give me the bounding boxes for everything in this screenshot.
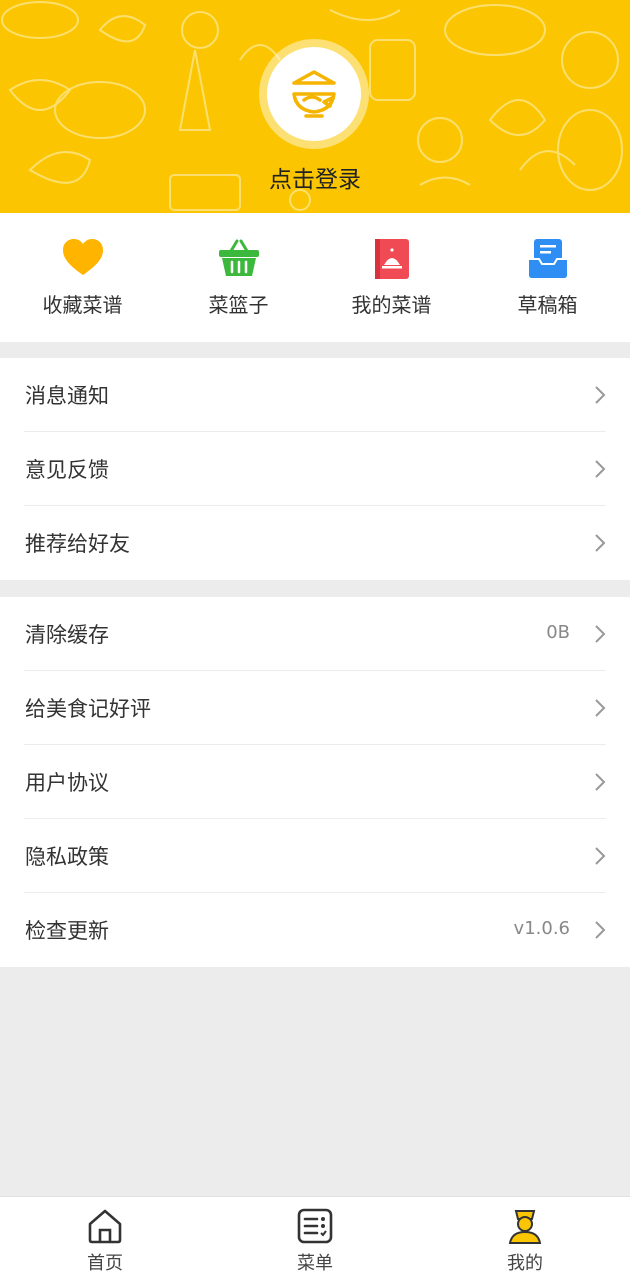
tab-profile[interactable]: 我的 xyxy=(420,1197,630,1280)
menu-item-clear-cache[interactable]: 清除缓存 0B xyxy=(24,597,606,671)
tab-home[interactable]: 首页 xyxy=(0,1197,210,1280)
menu-item-share[interactable]: 推荐给好友 xyxy=(24,506,606,580)
menu-item-label: 清除缓存 xyxy=(25,623,109,647)
menu-item-label: 隐私政策 xyxy=(25,845,109,869)
menu-group-settings: 清除缓存 0B 给美食记好评 用户协议 隐私政策 检查更新 v1.0.6 xyxy=(0,597,630,967)
menu-item-label: 消息通知 xyxy=(25,384,109,408)
tab-menu[interactable]: 菜单 xyxy=(210,1197,420,1280)
heart-icon xyxy=(63,239,103,275)
menu-item-label: 给美食记好评 xyxy=(25,697,151,721)
my-recipes-label: 我的菜谱 xyxy=(351,293,432,317)
chevron-right-icon xyxy=(595,921,606,939)
favorite-recipes-button[interactable]: 收藏菜谱 xyxy=(4,213,161,342)
chevron-right-icon xyxy=(595,625,606,643)
version-value: v1.0.6 xyxy=(513,918,570,939)
chevron-right-icon xyxy=(595,699,606,717)
favorite-recipes-label: 收藏菜谱 xyxy=(42,293,123,317)
chevron-right-icon xyxy=(595,460,606,478)
chevron-right-icon xyxy=(595,386,606,404)
quick-actions: 收藏菜谱 菜篮子 我的菜谱 草稿箱 xyxy=(0,213,630,342)
avatar-circle xyxy=(267,47,361,141)
profile-header: 点击登录 xyxy=(0,0,630,213)
tab-home-label: 首页 xyxy=(87,1253,123,1274)
basket-label: 菜篮子 xyxy=(208,293,269,317)
menu-item-privacy-policy[interactable]: 隐私政策 xyxy=(24,819,606,893)
chevron-right-icon xyxy=(595,534,606,552)
menu-item-label: 用户协议 xyxy=(25,771,109,795)
basket-icon xyxy=(219,239,259,276)
recipe-book-icon xyxy=(375,239,409,279)
my-recipes-button[interactable]: 我的菜谱 xyxy=(313,213,470,342)
home-icon xyxy=(88,1209,122,1244)
menu-item-label: 推荐给好友 xyxy=(25,532,130,556)
chef-bowl-logo-icon xyxy=(292,70,336,118)
profile-icon xyxy=(508,1210,542,1244)
menu-item-label: 检查更新 xyxy=(25,919,109,943)
chevron-right-icon xyxy=(595,773,606,791)
menu-item-check-update[interactable]: 检查更新 v1.0.6 xyxy=(24,893,606,967)
menu-group-general: 消息通知 意见反馈 推荐给好友 xyxy=(0,358,630,580)
menu-item-rate-app[interactable]: 给美食记好评 xyxy=(24,671,606,745)
chevron-right-icon xyxy=(595,847,606,865)
menu-item-label: 意见反馈 xyxy=(25,458,109,482)
avatar[interactable] xyxy=(259,39,369,149)
menu-item-feedback[interactable]: 意见反馈 xyxy=(24,432,606,506)
cache-size-value: 0B xyxy=(546,622,570,643)
tab-profile-label: 我的 xyxy=(507,1253,543,1274)
draft-box-icon xyxy=(529,239,567,278)
tab-menu-label: 菜单 xyxy=(297,1253,333,1274)
drafts-label: 草稿箱 xyxy=(517,293,578,317)
basket-button[interactable]: 菜篮子 xyxy=(160,213,317,342)
drafts-button[interactable]: 草稿箱 xyxy=(469,213,626,342)
menu-item-notifications[interactable]: 消息通知 xyxy=(24,358,606,432)
menu-list-icon xyxy=(297,1208,333,1244)
menu-item-user-agreement[interactable]: 用户协议 xyxy=(24,745,606,819)
login-link[interactable]: 点击登录 xyxy=(0,160,630,194)
bottom-tab-bar: 首页 菜单 我的 xyxy=(0,1196,630,1280)
